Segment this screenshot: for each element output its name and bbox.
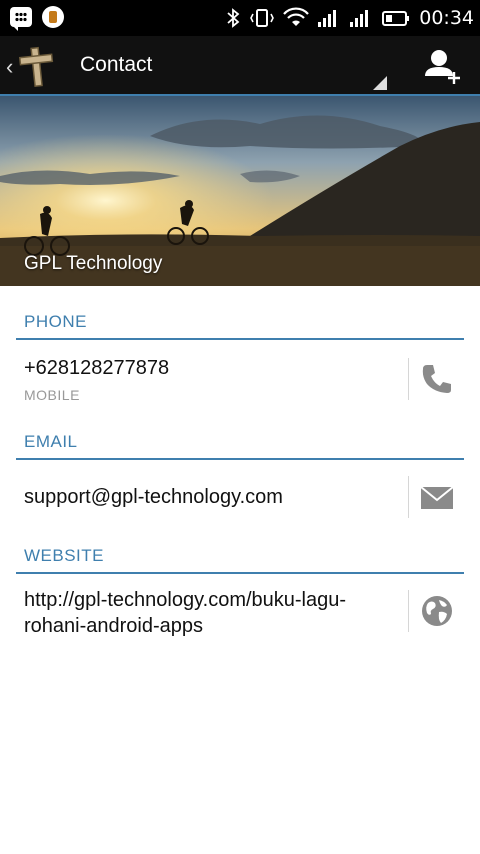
email-section-header: EMAIL xyxy=(16,420,464,460)
add-contact-icon[interactable] xyxy=(422,46,464,86)
vibrate-icon xyxy=(250,9,275,27)
website-header-label: WEBSITE xyxy=(24,546,105,565)
divider xyxy=(408,358,409,400)
website-url-line1[interactable]: http://gpl-technology.com/buku-lagu- xyxy=(24,587,346,613)
phone-call-icon[interactable] xyxy=(420,362,454,396)
contact-photo: GPL Technology xyxy=(0,96,480,286)
website-entry[interactable]: http://gpl-technology.com/buku-lagu- roh… xyxy=(0,576,480,652)
email-envelope-icon[interactable] xyxy=(420,480,454,514)
signal-2-icon xyxy=(350,10,369,27)
phone-section-header: PHONE xyxy=(16,300,464,340)
app-notification-icon xyxy=(42,6,64,28)
phone-header-label: PHONE xyxy=(24,312,87,331)
signal-1-icon xyxy=(318,10,337,27)
bluetooth-icon xyxy=(227,8,240,28)
website-section-header: WEBSITE xyxy=(16,534,464,574)
page-title: Contact xyxy=(80,53,153,76)
app-logo-cross-icon[interactable] xyxy=(16,44,56,88)
divider xyxy=(408,476,409,518)
phone-number[interactable]: +628128277878 xyxy=(24,355,169,381)
battery-icon xyxy=(382,11,410,26)
email-entry[interactable]: support@gpl-technology.com xyxy=(0,462,480,532)
email-address[interactable]: support@gpl-technology.com xyxy=(24,484,283,510)
email-header-label: EMAIL xyxy=(24,432,78,451)
bbm-icon xyxy=(10,7,32,31)
globe-icon[interactable] xyxy=(420,594,454,628)
action-bar: ‹ Contact xyxy=(0,36,480,96)
status-time: 00:34 xyxy=(419,7,474,29)
phone-type: MOBILE xyxy=(24,387,80,403)
overflow-indicator[interactable] xyxy=(373,76,387,90)
contact-name: GPL Technology xyxy=(24,253,163,274)
status-bar: 00:34 xyxy=(0,0,480,36)
website-url-line2[interactable]: rohani-android-apps xyxy=(24,613,203,639)
divider xyxy=(408,590,409,632)
up-chevron-icon[interactable]: ‹ xyxy=(6,54,13,80)
phone-entry[interactable]: +628128277878 MOBILE xyxy=(0,342,480,414)
wifi-icon xyxy=(283,7,310,26)
